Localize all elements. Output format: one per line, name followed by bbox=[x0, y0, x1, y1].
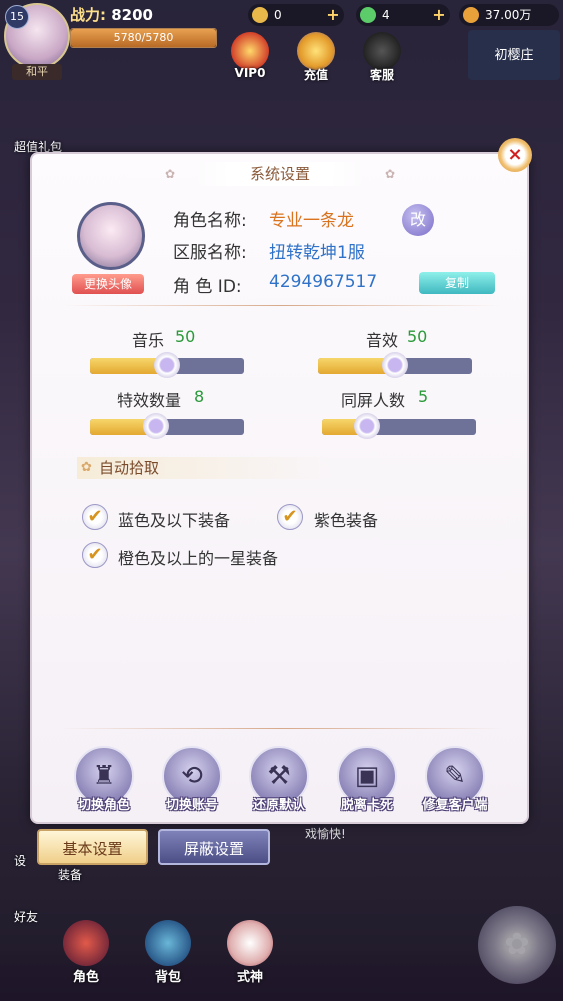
role-menu-label: 角色 bbox=[72, 970, 99, 985]
exp-bar: 5780/5780 bbox=[70, 28, 217, 48]
player-name: 和平 bbox=[12, 64, 62, 80]
rename-button[interactable]: 改 bbox=[402, 204, 434, 236]
checkbox-blue-equip[interactable]: ✔ bbox=[82, 504, 108, 530]
role-id-value: 4294967517 bbox=[269, 272, 378, 292]
headset-icon bbox=[363, 32, 401, 70]
screen-players-value: 5 bbox=[418, 387, 429, 406]
action-buttons: ♜ 切换角色 ⟲ 切换账号 ⚒ 还原默认 ▣ 脱离卡死 ✎ 修复客户端 bbox=[32, 730, 527, 820]
flower-icon: ✿ bbox=[81, 460, 92, 475]
chat-text: 戏愉快! bbox=[305, 827, 346, 841]
power-label: 战力: bbox=[70, 6, 106, 24]
slider-knob[interactable] bbox=[143, 413, 170, 439]
resource-coin: 37.00万 bbox=[459, 4, 559, 26]
server-name: 初樱庄 bbox=[468, 30, 560, 80]
unstuck-button[interactable]: ▣ 脱离卡死 bbox=[322, 746, 412, 822]
service-label: 客服 bbox=[369, 68, 394, 82]
server-name-value: 扭转乾坤1服 bbox=[269, 243, 365, 263]
recharge-label: 充值 bbox=[303, 68, 328, 82]
divider bbox=[62, 305, 502, 306]
music-slider[interactable] bbox=[90, 352, 244, 378]
slider-knob[interactable] bbox=[353, 413, 380, 439]
close-icon[interactable]: × bbox=[498, 138, 532, 172]
level-badge: 15 bbox=[5, 5, 29, 29]
restore-default-button[interactable]: ⚒ 还原默认 bbox=[234, 746, 324, 822]
sound-effect-slider[interactable] bbox=[318, 352, 472, 378]
vip-label: VIP0 bbox=[234, 66, 266, 80]
auto-pickup-section: ✿ 自动拾取 bbox=[77, 457, 337, 479]
friends-side-label[interactable]: 好友 bbox=[14, 908, 38, 925]
action-label: 还原默认 bbox=[252, 798, 305, 813]
screen-players-slider[interactable] bbox=[322, 413, 476, 439]
bag-menu-button[interactable]: 背包 bbox=[138, 920, 198, 985]
joystick[interactable]: ✿ bbox=[478, 906, 556, 984]
effect-count-value: 8 bbox=[194, 387, 205, 406]
checkbox-label: 紫色装备 bbox=[314, 511, 379, 530]
repair-client-button[interactable]: ✎ 修复客户端 bbox=[410, 746, 500, 822]
action-label: 修复客户端 bbox=[422, 798, 488, 813]
gold-ingot-icon bbox=[252, 7, 268, 23]
sound-effect-value: 50 bbox=[407, 327, 428, 346]
shikigami-menu-button[interactable]: 式神 bbox=[220, 920, 280, 985]
divider bbox=[62, 728, 502, 729]
power-display: 战力: 8200 bbox=[70, 4, 153, 25]
role-portrait bbox=[77, 202, 145, 270]
resource-value: 37.00万 bbox=[485, 8, 532, 22]
resource-gold-ingot: 0 + bbox=[248, 4, 344, 26]
tab-basic-settings[interactable]: 基本设置 bbox=[37, 829, 148, 865]
system-settings-dialog: 系统设置 × 更换头像 角色名称: 专业一条龙 改 区服名称: 扭转乾坤1服 角… bbox=[30, 138, 532, 824]
copy-button[interactable]: 复制 bbox=[419, 272, 495, 294]
add-green-gem-button[interactable]: + bbox=[430, 6, 448, 24]
change-avatar-button[interactable]: 更换头像 bbox=[72, 274, 144, 294]
tab-shield-settings[interactable]: 屏蔽设置 bbox=[158, 829, 270, 865]
slider-knob[interactable] bbox=[382, 352, 408, 378]
checkbox-purple-equip[interactable]: ✔ bbox=[277, 504, 303, 530]
role-icon bbox=[63, 920, 109, 966]
sound-effect-label: 音效 bbox=[366, 331, 399, 350]
effect-count-label: 特效数量 bbox=[117, 391, 182, 410]
customer-service-button[interactable]: 客服 bbox=[360, 32, 404, 82]
resource-value: 0 bbox=[274, 8, 282, 22]
auto-pickup-title: 自动拾取 bbox=[99, 459, 160, 477]
equip-side-label: 装备 bbox=[58, 868, 83, 882]
music-value: 50 bbox=[175, 327, 196, 346]
role-id-label: 角 色 ID: bbox=[173, 277, 242, 297]
bag-menu-label: 背包 bbox=[154, 970, 181, 985]
shikigami-menu-label: 式神 bbox=[236, 970, 263, 985]
vip-icon bbox=[231, 32, 269, 70]
dialog-title: 系统设置 bbox=[165, 162, 395, 186]
checkbox-orange-equip[interactable]: ✔ bbox=[82, 542, 108, 568]
add-gold-ingot-button[interactable]: + bbox=[324, 6, 342, 24]
exp-text: 5780/5780 bbox=[113, 31, 174, 44]
music-label: 音乐 bbox=[132, 331, 165, 350]
bag-icon bbox=[145, 920, 191, 966]
power-value: 8200 bbox=[111, 6, 153, 24]
resource-green-gem: 4 + bbox=[356, 4, 450, 26]
settings-side-label[interactable]: 设 bbox=[14, 852, 26, 869]
switch-role-button[interactable]: ♜ 切换角色 bbox=[59, 746, 149, 822]
vip-button[interactable]: VIP0 bbox=[228, 32, 272, 80]
action-label: 切换角色 bbox=[77, 798, 130, 813]
fox-mask-icon bbox=[227, 920, 273, 966]
server-name-label: 区服名称: bbox=[173, 243, 247, 263]
green-gem-icon bbox=[360, 7, 376, 23]
checkbox-label: 蓝色及以下装备 bbox=[118, 511, 231, 530]
resource-value: 4 bbox=[382, 8, 390, 22]
checkbox-label: 橙色及以上的一星装备 bbox=[118, 549, 279, 568]
coin-icon bbox=[463, 7, 479, 23]
action-label: 脱离卡死 bbox=[340, 798, 393, 813]
screen-players-label: 同屏人数 bbox=[341, 391, 406, 410]
action-label: 切换账号 bbox=[165, 798, 218, 813]
role-menu-button[interactable]: 角色 bbox=[56, 920, 116, 985]
switch-account-button[interactable]: ⟲ 切换账号 bbox=[147, 746, 237, 822]
recharge-button[interactable]: 充值 bbox=[294, 32, 338, 82]
effect-count-slider[interactable] bbox=[90, 413, 244, 439]
top-hud: 15 和平 战力: 8200 5780/5780 0 + 4 + 37.00万 … bbox=[0, 0, 563, 82]
recharge-icon bbox=[297, 32, 335, 70]
role-name-value: 专业一条龙 bbox=[269, 211, 354, 231]
slider-knob[interactable] bbox=[154, 352, 180, 378]
role-name-label: 角色名称: bbox=[173, 211, 247, 231]
